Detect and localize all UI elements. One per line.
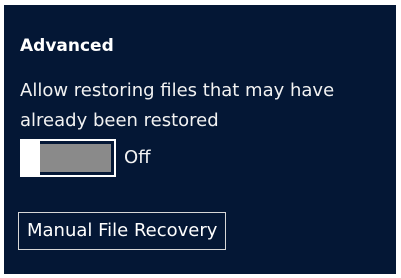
section-title: Advanced xyxy=(20,36,114,56)
restore-setting-description: Allow restoring files that may have alre… xyxy=(20,80,335,131)
manual-file-recovery-button[interactable]: Manual File Recovery xyxy=(18,212,227,250)
toggle-thumb xyxy=(20,139,40,177)
restore-files-toggle[interactable] xyxy=(20,139,116,177)
advanced-settings-panel: Advanced Allow restoring files that may … xyxy=(4,5,396,274)
toggle-state-label: Off xyxy=(124,147,151,168)
